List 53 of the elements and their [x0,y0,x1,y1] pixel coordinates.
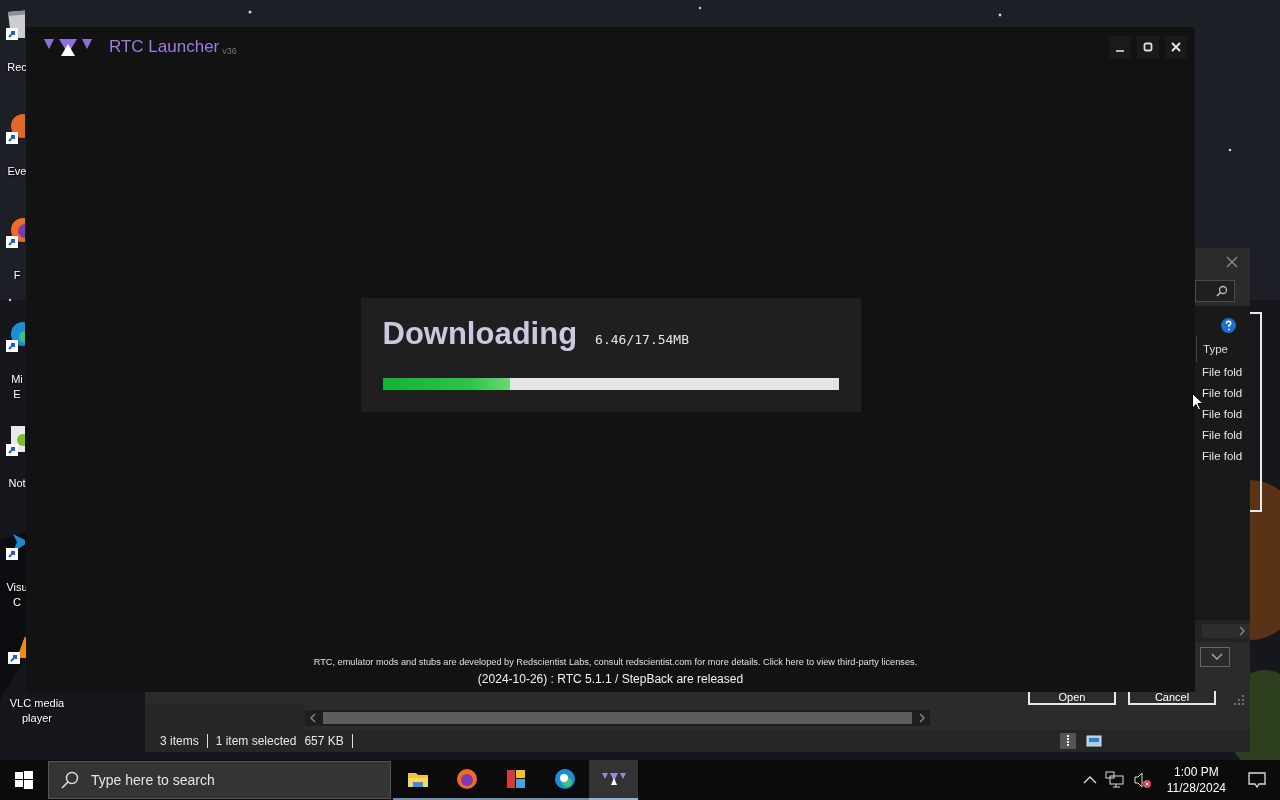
large-icons-view-icon[interactable] [1086,733,1102,750]
table-cell[interactable]: File fold [1196,445,1246,467]
scroll-left-icon[interactable] [309,713,317,724]
volume-muted-icon[interactable] [1132,771,1153,789]
desktop-icon-label[interactable]: Not [8,476,26,491]
windows-logo-icon[interactable] [15,771,33,789]
app-title: RTC Launcher [109,37,220,57]
desktop-icon-label[interactable]: Eve [7,164,27,179]
app-icon[interactable] [552,767,577,791]
column-header[interactable]: Type [1196,335,1246,362]
credits-notice[interactable]: RTC, emulator mods and stubs are developed by Redscientist Labs, consult redscientist.com for more details. Click here to view third-party licenses. [303,657,918,667]
app-icon[interactable] [454,767,479,791]
selection-count: 1 item selected [215,734,298,749]
network-icon[interactable] [1104,771,1125,789]
minimize-button[interactable] [1109,36,1131,58]
desktop-icon-label[interactable]: Mi E [11,372,23,402]
selection-size: 657 KB [304,734,353,749]
clock[interactable]: 1:00 PM 11/28/2024 [1166,764,1226,796]
search-icon[interactable] [61,771,79,789]
scroll-right-icon[interactable] [1238,625,1246,636]
release-news[interactable]: (2024-10-26) : RTC 5.1.1 / StepBack are released [477,672,744,686]
table-cell[interactable]: File fold [1196,424,1246,446]
resize-grip-icon[interactable] [1234,695,1244,706]
chevron-up-icon[interactable] [1082,775,1097,785]
version-label: v36 [222,46,237,56]
details-view-icon[interactable] [1060,733,1076,750]
close-button[interactable] [1165,36,1187,58]
maximize-icon[interactable] [1143,42,1153,52]
search-icon[interactable] [1216,284,1228,297]
item-count: 3 items [160,734,208,749]
chevron-down-icon[interactable] [1211,652,1223,661]
desktop-icon-label[interactable]: VLC media player [9,696,65,726]
help-icon[interactable] [1221,317,1236,333]
table-cell[interactable]: File fold [1196,403,1246,425]
search-box[interactable]: Type here to search [48,761,391,799]
notifications-icon[interactable] [1248,772,1266,788]
table-cell[interactable]: File fold [1196,361,1246,383]
logo-icon [44,37,92,57]
desktop-icon-label[interactable]: Rec [7,60,27,75]
scroll-thumb[interactable] [323,712,912,725]
desktop-icon-label[interactable]: F [13,268,21,283]
scrollbar[interactable] [1202,623,1250,638]
taskbar-app-button[interactable] [589,760,638,800]
scroll-right-icon[interactable] [918,713,926,724]
file-type-dropdown[interactable] [1200,646,1230,667]
download-amount: 6.46/17.54MB [595,332,689,347]
download-heading: Downloading [382,316,578,352]
search-field[interactable] [1195,279,1235,302]
shortcut-icon[interactable] [5,112,25,146]
horizontal-scrollbar[interactable] [305,710,930,727]
mouse-pointer-icon [1192,393,1204,411]
search-input[interactable]: Type here to search [89,771,390,789]
maximize-button[interactable] [1137,36,1159,58]
